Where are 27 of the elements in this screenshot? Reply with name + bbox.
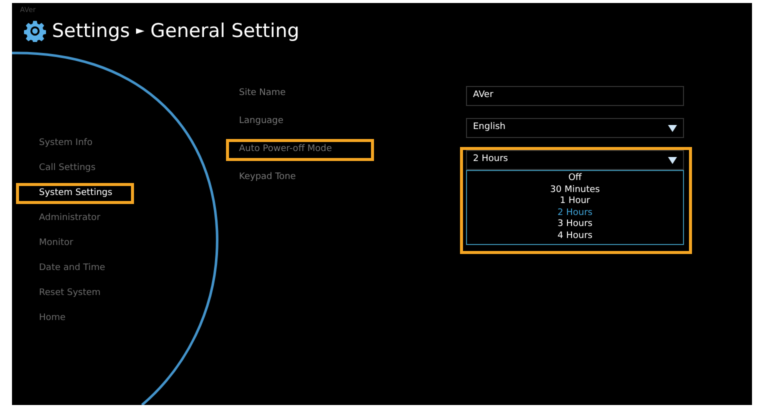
sidebar-item[interactable]: System Info [16,133,134,154]
dropdown-option[interactable]: 4 Hours [558,230,592,242]
sidebar-item[interactable]: System Settings [16,183,134,204]
dropdown[interactable]: English [466,118,684,138]
sidebar-item[interactable]: Monitor [16,233,134,254]
dropdown-option[interactable]: 1 Hour [560,196,590,208]
caret-icon [668,124,677,132]
input-field[interactable]: AVer [466,86,684,106]
sidebar-item[interactable]: Call Settings [16,158,134,179]
setting-label: Keypad Tone [238,171,297,184]
sidebar-item[interactable]: Administrator [16,208,134,229]
setting-label: Language [238,115,284,128]
dropdown-option[interactable]: 2 Hours [558,208,592,219]
breadcrumb-separator: ► [136,23,144,39]
setting-label: Auto Power-off Mode [226,139,374,161]
setting-label: Site Name [238,87,287,100]
dropdown-option[interactable]: 3 Hours [558,219,592,230]
sidebar-item[interactable]: Date and Time [16,258,134,279]
dropdown-option[interactable]: 30 Minutes [550,184,600,196]
caret-icon [668,156,677,164]
sidebar-item[interactable]: Reset System [16,283,134,304]
sidebar-item[interactable]: Home [16,308,134,329]
page-title: General Setting [150,19,300,44]
breadcrumb-parent[interactable]: Settings [52,17,130,46]
dropdown-option[interactable]: Off [568,173,582,184]
dropdown[interactable]: 2 Hours [466,150,684,170]
gear-icon [24,20,46,42]
